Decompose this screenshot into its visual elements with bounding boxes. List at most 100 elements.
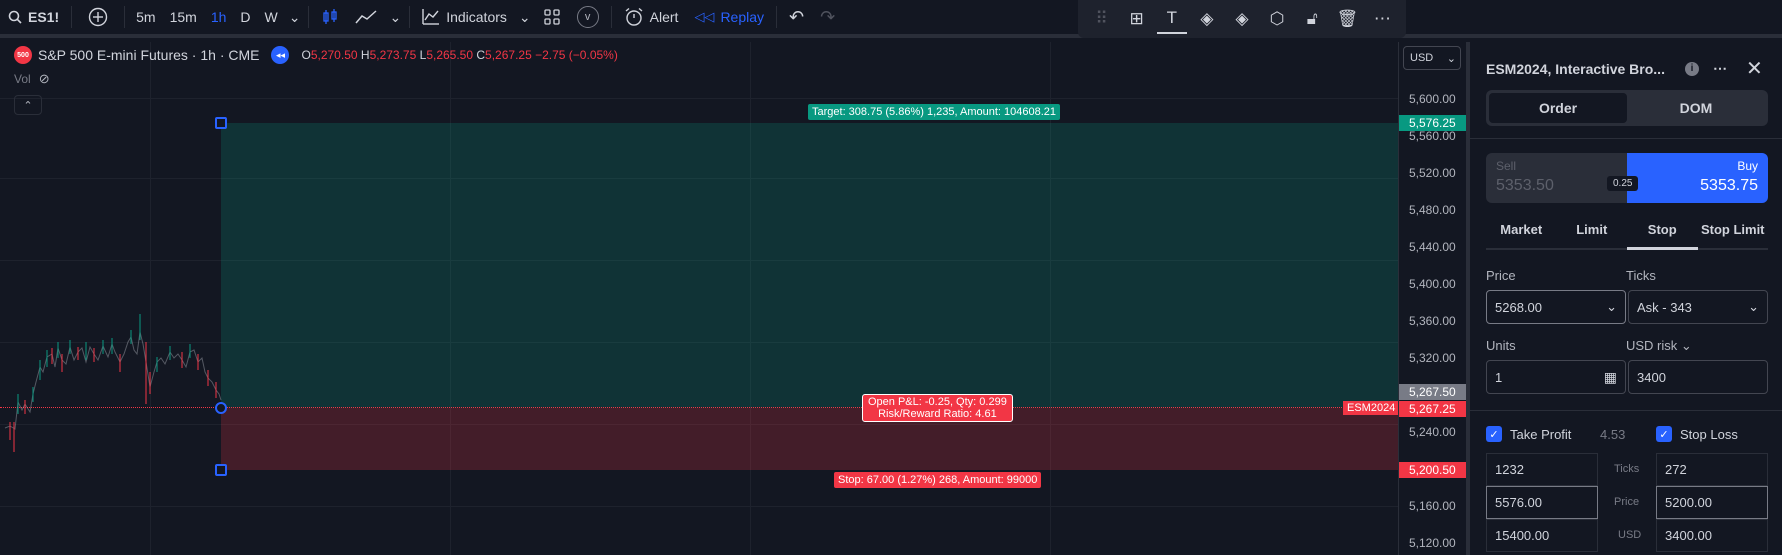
search-icon bbox=[8, 10, 22, 24]
template-icon[interactable]: ⊞ bbox=[1122, 4, 1152, 34]
symbol-search[interactable]: ES1! bbox=[0, 0, 67, 36]
target-label: Target: 308.75 (5.86%) 1,235, Amount: 10… bbox=[808, 104, 1061, 120]
usd-risk-value: 3400 bbox=[1637, 369, 1666, 385]
currency-select[interactable]: USD ⌄ bbox=[1403, 46, 1461, 70]
chevron-down-icon: ⌄ bbox=[1446, 52, 1456, 65]
redo-button[interactable]: ↷ bbox=[812, 0, 843, 36]
indicators-dropdown[interactable]: ⌄ bbox=[515, 0, 535, 36]
text-color-icon[interactable]: T bbox=[1156, 4, 1187, 34]
divider bbox=[610, 6, 612, 28]
price-tick: 5,160.00 bbox=[1409, 499, 1456, 513]
sell-button[interactable]: Sell 5353.50 bbox=[1486, 153, 1627, 203]
top-toolbar: ES1! 5m 15m 1h D W ⌄ ⌄ Indicators ⌄ v Al… bbox=[0, 0, 1782, 38]
divider bbox=[1470, 138, 1782, 139]
divider bbox=[409, 6, 411, 28]
line-color-icon[interactable]: ◈ bbox=[1227, 4, 1257, 34]
buy-label: Buy bbox=[1737, 159, 1758, 173]
tp-usd-input[interactable]: 15400.00 bbox=[1486, 519, 1598, 552]
units-value: 1 bbox=[1495, 369, 1503, 385]
tab-stop-limit[interactable]: Stop Limit bbox=[1698, 222, 1769, 248]
replay-button[interactable]: ◁◁ Replay bbox=[686, 0, 772, 36]
units-input[interactable]: 1 ▦ bbox=[1486, 360, 1626, 394]
close-icon[interactable]: ✕ bbox=[1746, 56, 1763, 81]
symbol-logo: 500 bbox=[14, 46, 32, 64]
fill-color-icon[interactable]: ◈ bbox=[1192, 4, 1222, 34]
entry-handle[interactable] bbox=[215, 402, 227, 414]
sell-label: Sell bbox=[1496, 159, 1517, 173]
trash-icon[interactable]: 🗑︎ bbox=[1332, 4, 1362, 34]
stop-loss-toggle[interactable]: ✓ Stop Loss bbox=[1656, 426, 1738, 442]
tab-order[interactable]: Order bbox=[1489, 93, 1627, 123]
info-icon[interactable]: i bbox=[1684, 61, 1699, 76]
price-candles bbox=[4, 314, 222, 452]
drag-handle-icon[interactable]: ⠿ bbox=[1087, 4, 1117, 34]
templates-button[interactable] bbox=[535, 0, 569, 36]
tab-market[interactable]: Market bbox=[1486, 222, 1557, 248]
rewind-icon: ◁◁ bbox=[694, 9, 715, 24]
ticks-select[interactable]: Ask - 343 ⌄ bbox=[1628, 290, 1768, 324]
unlock-icon[interactable]: 🔓︎ bbox=[1297, 4, 1327, 34]
entry-price-tag: 5,267.25 bbox=[1399, 401, 1467, 417]
position-summary-label: Open P&L: -0.25, Qty: 0.299 Risk/Reward … bbox=[862, 394, 1013, 422]
sell-price: 5353.50 bbox=[1496, 177, 1554, 194]
v-button[interactable]: v bbox=[569, 0, 607, 36]
ohlc-values: O5,270.50 H5,273.75 L5,265.50 C5,267.25 … bbox=[301, 48, 618, 62]
interval-1h[interactable]: 1h bbox=[204, 0, 234, 36]
tp-price-input[interactable]: 5576.00 bbox=[1486, 486, 1598, 519]
chart-type-dropdown[interactable]: ⌄ bbox=[385, 0, 405, 36]
chevron-down-icon: ⌄ bbox=[1748, 299, 1759, 314]
indicators-button[interactable]: Indicators bbox=[414, 0, 515, 36]
chevron-down-icon: ⌄ bbox=[288, 8, 301, 25]
spread-badge: 0.25 bbox=[1607, 176, 1639, 191]
undo-button[interactable]: ↶ bbox=[781, 0, 812, 36]
interval-5m[interactable]: 5m bbox=[129, 0, 162, 36]
profit-zone[interactable] bbox=[221, 123, 1398, 408]
sl-usd-input[interactable]: 3400.00 bbox=[1656, 519, 1768, 552]
price-input[interactable]: 5268.00 ⌄ bbox=[1486, 290, 1626, 324]
legend-title[interactable]: S&P 500 E-mini Futures · 1h · CME bbox=[38, 47, 259, 63]
loss-zone[interactable] bbox=[221, 408, 1398, 470]
alarm-clock-icon bbox=[625, 7, 643, 26]
sl-ticks-input[interactable]: 272 bbox=[1656, 453, 1768, 486]
interval-w[interactable]: W bbox=[258, 0, 285, 36]
interval-dropdown[interactable]: ⌄ bbox=[285, 0, 305, 36]
plus-circle-icon bbox=[88, 7, 108, 27]
collapse-legend-button[interactable]: ⌃ bbox=[14, 95, 42, 115]
buy-button[interactable]: Buy 5353.75 bbox=[1627, 153, 1768, 203]
compare-button[interactable] bbox=[76, 0, 120, 36]
interval-d[interactable]: D bbox=[233, 0, 257, 36]
chart-type-line-button[interactable] bbox=[347, 0, 385, 36]
target-handle[interactable] bbox=[215, 117, 227, 129]
chart-type-candles-button[interactable] bbox=[313, 0, 347, 36]
replay-badge-icon[interactable]: ◂◂ bbox=[271, 46, 290, 64]
alert-label: Alert bbox=[649, 9, 679, 25]
tp-ticks-input[interactable]: 1232 bbox=[1486, 453, 1598, 486]
tab-stop[interactable]: Stop bbox=[1627, 222, 1698, 250]
chevron-up-icon: ⌃ bbox=[23, 99, 33, 112]
usd-risk-dropdown[interactable]: USD risk ⌄ bbox=[1626, 338, 1692, 354]
usd-risk-input[interactable]: 3400 bbox=[1628, 360, 1768, 394]
eye-off-icon[interactable]: ⊘ bbox=[39, 71, 50, 87]
order-dom-switch: Order DOM bbox=[1486, 90, 1768, 126]
tab-limit[interactable]: Limit bbox=[1557, 222, 1628, 248]
sl-price-input[interactable]: 5200.00 bbox=[1656, 486, 1768, 519]
price-label: Price bbox=[1486, 268, 1516, 283]
more-icon[interactable]: ⋯ bbox=[1367, 4, 1397, 34]
chevron-down-icon: ⌄ bbox=[518, 8, 531, 25]
take-profit-label: Take Profit bbox=[1510, 426, 1572, 442]
currency-label: USD bbox=[1410, 52, 1434, 64]
calculator-icon[interactable]: ▦ bbox=[1604, 369, 1617, 386]
line-chart-icon bbox=[355, 10, 377, 24]
drawing-floating-toolbar: ⠿ ⊞ T ◈ ◈ ⬡ 🔓︎ 🗑︎ ⋯ bbox=[1078, 0, 1406, 38]
tab-dom[interactable]: DOM bbox=[1627, 93, 1765, 123]
price-axis[interactable]: 5,600.00 5,560.00 5,520.00 5,480.00 5,44… bbox=[1398, 42, 1467, 555]
take-profit-toggle[interactable]: ✓ Take Profit bbox=[1486, 426, 1571, 442]
stop-handle[interactable] bbox=[215, 464, 227, 476]
settings-icon[interactable]: ⬡ bbox=[1262, 4, 1292, 34]
alert-button[interactable]: Alert bbox=[616, 0, 687, 36]
chart-pane[interactable]: Target: 308.75 (5.86%) 1,235, Amount: 10… bbox=[0, 42, 1398, 555]
more-icon[interactable]: ⋯ bbox=[1713, 60, 1728, 77]
target-price-tag: 5,576.25 bbox=[1399, 115, 1467, 131]
symbol-label: ES1! bbox=[28, 9, 60, 25]
interval-15m[interactable]: 15m bbox=[163, 0, 204, 36]
